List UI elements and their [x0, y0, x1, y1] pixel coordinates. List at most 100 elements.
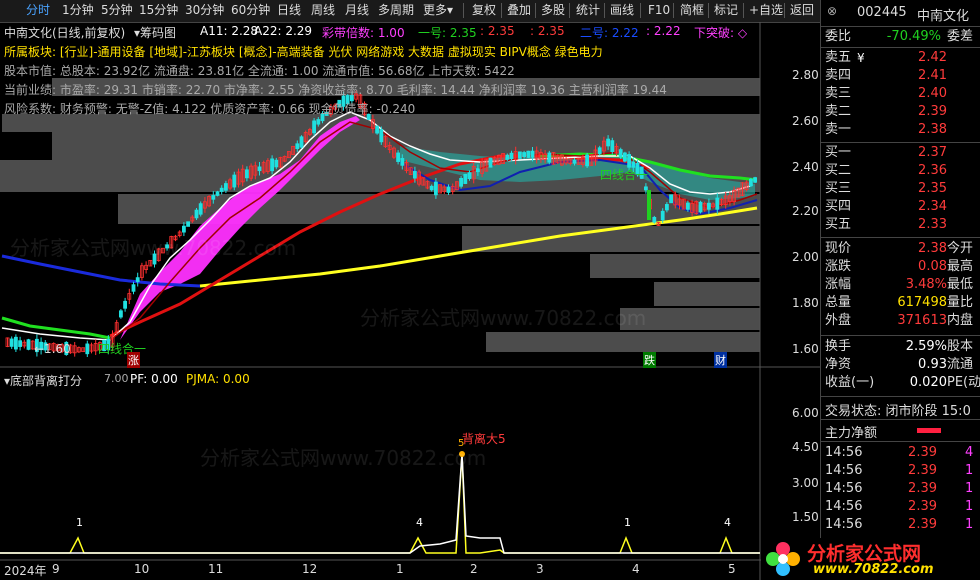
candle-body	[186, 221, 191, 227]
candle-body	[644, 186, 648, 191]
quote-panel: ⊗ 002445 中南文化 委比 -70.49% 委差 卖五 ¥2.42 卖四 2.…	[761, 0, 980, 580]
tab-60min[interactable]: 60分钟	[231, 2, 270, 19]
candle-body	[244, 169, 249, 179]
candle-body	[463, 173, 468, 184]
bid-row[interactable]: 买一 2.37	[821, 144, 980, 162]
tick-volume: 1	[965, 463, 974, 478]
candle-body	[223, 183, 228, 191]
chart-area[interactable]: 中南文化(日线,前复权) ▾筹码图 A11: 2.28 A22: 2.29 彩带…	[0, 22, 820, 580]
ask-row[interactable]: 卖五 ¥2.42	[821, 49, 980, 67]
candle-body	[396, 152, 401, 162]
mark-label: 1	[76, 516, 83, 529]
stats-button[interactable]: 统计	[576, 2, 600, 19]
bid-label: 买五	[825, 217, 852, 232]
bid-row[interactable]: 买五 2.33	[821, 216, 980, 234]
stat-label: 收益(一)	[825, 375, 875, 390]
stat-extra: PE(动	[947, 375, 980, 390]
candle-body	[194, 209, 199, 219]
candle-body	[375, 126, 380, 134]
mark-label: 1	[624, 516, 631, 529]
ask-label: 卖四	[825, 68, 852, 83]
tab-multi-period[interactable]: 多周期	[378, 2, 414, 19]
pjma-value: PJMA: 0.00	[186, 372, 250, 386]
ask-price: 2.41	[918, 68, 947, 83]
capital-info: 股本市值: 总股本: 23.92亿 流通盘: 23.81亿 全流通: 1.00 …	[4, 64, 515, 78]
stat-label: 净资	[825, 357, 852, 372]
overlay-button[interactable]: 叠加	[507, 2, 531, 19]
add-watchlist-button[interactable]: +自选	[749, 2, 783, 19]
indicator-name[interactable]: ▾底部背离打分	[4, 372, 82, 389]
tick-volume: 1	[965, 517, 974, 532]
stat-row: 换手 2.59% 股本	[821, 338, 980, 356]
close-icon[interactable]: ⊗	[827, 4, 837, 18]
tab-15min[interactable]: 15分钟	[139, 2, 178, 19]
time-tick: 5	[728, 562, 736, 576]
time-tick: 10	[134, 562, 150, 576]
candle-body	[597, 147, 602, 155]
candle-body	[530, 150, 535, 158]
toolbar-divider	[743, 3, 744, 18]
tab-more[interactable]: 更多▾	[423, 2, 453, 19]
tab-1min[interactable]: 1分钟	[62, 2, 94, 19]
multi-stock-button[interactable]: 多股	[541, 2, 565, 19]
candle-body	[518, 151, 522, 159]
low-label: ←1.60	[34, 342, 71, 356]
formula-name[interactable]: ▾筹码图	[134, 24, 176, 41]
bid-row[interactable]: 买三 2.35	[821, 180, 980, 198]
back-button[interactable]: 返回	[790, 2, 814, 19]
tick-price: 2.39	[908, 499, 937, 514]
candle-body	[459, 177, 464, 187]
mark-label: 4	[724, 516, 731, 529]
logo-url: www.70822.com	[813, 562, 934, 577]
bid-price: 2.36	[918, 163, 947, 178]
stat-label: 涨跌	[825, 259, 852, 274]
ask-row[interactable]: 卖四 2.41	[821, 67, 980, 85]
tupo-value: 下突破: ◇	[694, 26, 748, 40]
stat-extra: 量比	[947, 295, 974, 310]
risk-info: 风险系数: 财务预警: 无警-Z值: 4.122 优质资产率: 0.66 现金负…	[4, 102, 416, 116]
tab-monthly[interactable]: 月线	[345, 2, 369, 19]
draw-line-button[interactable]: 画线	[610, 2, 634, 19]
tab-fenshi[interactable]: 分时	[26, 2, 50, 19]
candle-body	[522, 152, 526, 158]
sector-info: 所属板块: [行业]-通用设备 [地域]-江苏板块 [概念]-高端装备 光伏 网…	[4, 45, 603, 59]
bid-row[interactable]: 买二 2.36	[821, 162, 980, 180]
candle-body	[257, 166, 262, 172]
simple-frame-button[interactable]: 简框	[680, 2, 704, 19]
bid-row[interactable]: 买四 2.34	[821, 198, 980, 216]
candle-body	[715, 197, 720, 210]
time-tick: 9	[52, 562, 60, 576]
erhao-value: 二号: 2.22	[580, 26, 639, 40]
bid-price: 2.35	[918, 181, 947, 196]
mark-button[interactable]: 标记	[714, 2, 738, 19]
fuquan-button[interactable]: 复权	[472, 2, 496, 19]
ask-label: 卖五	[825, 50, 852, 65]
sixian-label-right: 四线合一	[600, 168, 649, 182]
bid-label: 买一	[825, 145, 852, 160]
ask-row[interactable]: 卖一 2.38	[821, 121, 980, 139]
stat-extra: 今开	[947, 241, 974, 256]
tab-daily[interactable]: 日线	[277, 2, 301, 19]
weibi-row: 委比 -70.49% 委差	[821, 28, 980, 46]
tab-weekly[interactable]: 周线	[311, 2, 335, 19]
tab-30min[interactable]: 30分钟	[185, 2, 224, 19]
candle-body	[665, 204, 669, 211]
tab-more-label: 更多	[423, 3, 448, 17]
watermark: 分析家公式网www.70822.com	[10, 236, 297, 260]
tab-5min[interactable]: 5分钟	[101, 2, 133, 19]
tick-price: 2.39	[908, 481, 937, 496]
indicator-tick: 4.50	[792, 440, 819, 454]
indicator-tick: 3.00	[792, 476, 819, 490]
stat-extra: 最高	[947, 259, 974, 274]
formula-label: 筹码图	[140, 26, 177, 40]
stat-value: 3.48%	[905, 277, 947, 292]
die-tag: 跌	[643, 352, 656, 368]
bid-label: 买四	[825, 199, 852, 214]
tick-time: 14:56	[825, 517, 863, 532]
f10-button[interactable]: F10	[648, 2, 670, 19]
candle-body	[749, 178, 753, 187]
stat-row: 涨跌 0.08 最高	[821, 258, 980, 276]
ask-row[interactable]: 卖二 2.39	[821, 103, 980, 121]
tick-row: 14:56 2.39 4	[821, 444, 980, 462]
ask-row[interactable]: 卖三 2.40	[821, 85, 980, 103]
